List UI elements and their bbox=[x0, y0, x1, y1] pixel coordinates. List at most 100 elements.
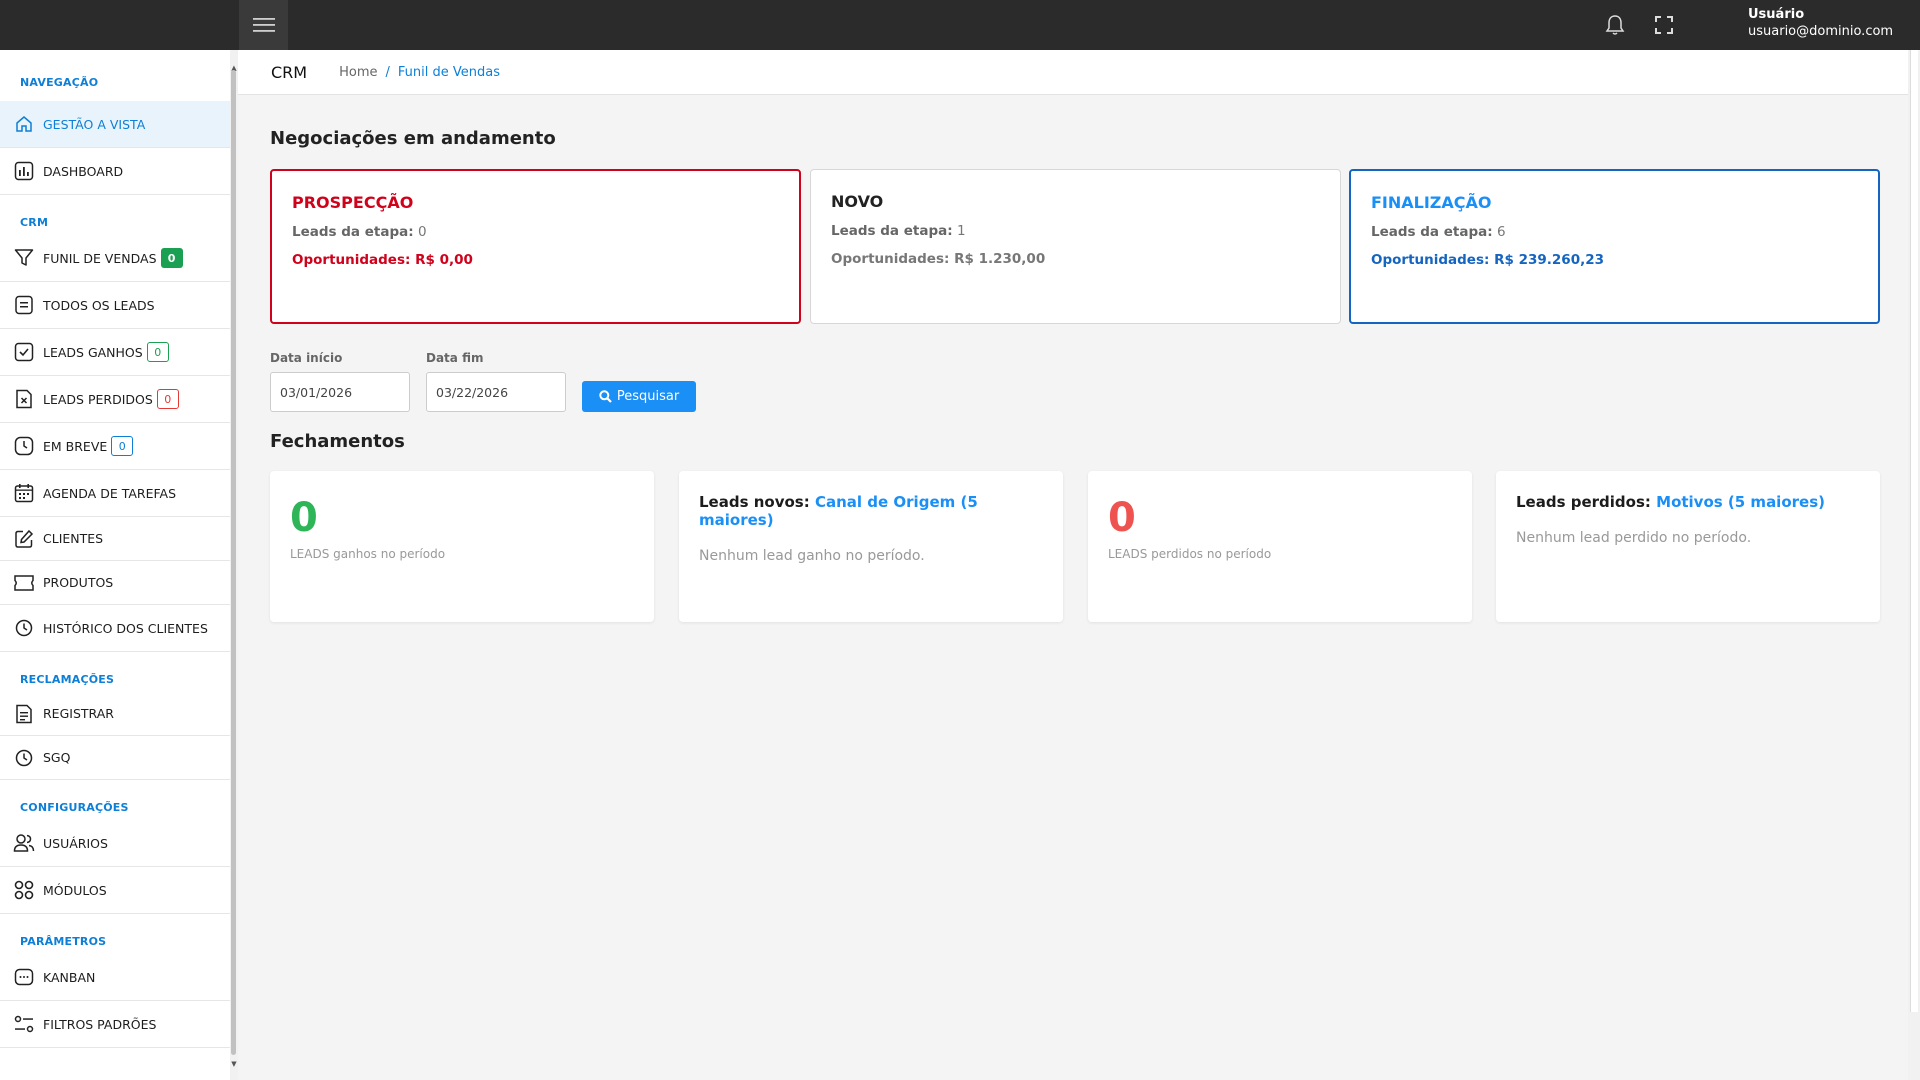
sidebar-item-label: MÓDULOS bbox=[43, 882, 107, 898]
funil-count-badge: 0 bbox=[160, 248, 183, 268]
file-x-icon bbox=[13, 388, 35, 410]
chart-icon bbox=[13, 160, 35, 182]
closings-title: Fechamentos bbox=[270, 431, 405, 452]
sidebar-item-funil[interactable]: FUNIL DE VENDAS 0 bbox=[0, 235, 230, 282]
sidebar-section-reclamacoes: RECLAMAÇÕES bbox=[20, 672, 115, 686]
stage-opp-value: R$ 0,00 bbox=[415, 252, 473, 268]
sidebar-section-configuracoes: CONFIGURAÇÕES bbox=[20, 800, 129, 814]
stage-card-novo[interactable]: NOVO Leads da etapa: 1 Oportunidades: R$… bbox=[810, 169, 1341, 324]
stage-name: NOVO bbox=[831, 192, 884, 211]
sidebar-item-kanban[interactable]: KANBAN bbox=[0, 954, 230, 1001]
breadcrumb: Home / Funil de Vendas bbox=[339, 65, 500, 80]
funnel-icon bbox=[13, 247, 35, 269]
sidebar-item-label: SGQ bbox=[43, 750, 71, 765]
start-date-input[interactable] bbox=[270, 372, 410, 412]
home-icon bbox=[13, 113, 35, 135]
user-menu[interactable]: Usuário usuario@dominio.com bbox=[1748, 6, 1893, 40]
sidebar-item-label: REGISTRAR bbox=[43, 706, 114, 721]
lost-reasons-highlight: Motivos (5 maiores) bbox=[1656, 493, 1825, 511]
stage-leads-label: Leads da etapa: bbox=[1371, 224, 1493, 240]
stage-leads: Leads da etapa: 0 bbox=[292, 224, 779, 240]
lost-count: 0 bbox=[1108, 495, 1136, 541]
sidebar-section-navegacao: NAVEGAÇÃO bbox=[20, 76, 99, 89]
new-leads-title: Leads novos: Canal de Origem (5 maiores) bbox=[699, 493, 1043, 529]
sidebar-item-registrar[interactable]: REGISTRAR bbox=[0, 692, 230, 736]
stage-leads-value: 6 bbox=[1496, 224, 1506, 240]
end-date-label: Data fim bbox=[426, 351, 484, 365]
users-icon bbox=[13, 832, 35, 854]
sidebar-item-label: KANBAN bbox=[43, 969, 96, 985]
stage-leads-value: 0 bbox=[417, 224, 427, 240]
user-name: Usuário bbox=[1748, 7, 1805, 22]
sidebar-item-produtos[interactable]: PRODUTOS bbox=[0, 561, 230, 605]
page-header: CRM Home / Funil de Vendas bbox=[238, 50, 1908, 95]
sidebar-item-leads-ganhos[interactable]: LEADS GANHOS 0 bbox=[0, 329, 230, 376]
stage-card-prospeccao[interactable]: PROSPECÇÃO Leads da etapa: 0 Oportunidad… bbox=[270, 169, 801, 324]
fullscreen-icon bbox=[1655, 16, 1673, 34]
main-scrollbar[interactable] bbox=[1908, 50, 1920, 1080]
breadcrumb-home[interactable]: Home bbox=[339, 65, 377, 80]
lost-leads-card: 0 LEADS perdidos no período bbox=[1088, 471, 1472, 622]
won-caption: LEADS ganhos no período bbox=[290, 547, 446, 561]
stage-opportunities: Oportunidades: R$ 0,00 bbox=[292, 252, 779, 268]
stage-opp-label: Oportunidades: bbox=[292, 252, 411, 268]
sidebar-scrollbar[interactable]: ▲ ▼ bbox=[230, 50, 238, 1080]
sidebar-item-modulos[interactable]: MÓDULOS bbox=[0, 867, 230, 914]
stage-leads-value: 1 bbox=[956, 223, 966, 239]
end-date-input[interactable] bbox=[426, 372, 566, 412]
negotiations-title: Negociações em andamento bbox=[270, 128, 556, 149]
ticket-icon bbox=[13, 572, 35, 594]
menu-icon bbox=[252, 18, 275, 32]
sidebar-item-em-breve[interactable]: EM BREVE 0 bbox=[0, 423, 230, 470]
modules-icon bbox=[13, 879, 35, 901]
sidebar-item-label: FILTROS PADRÕES bbox=[43, 1016, 157, 1032]
history-icon bbox=[13, 617, 35, 639]
sidebar-item-label: TODOS OS LEADS bbox=[43, 297, 155, 313]
top-bar: Usuário usuario@dominio.com bbox=[0, 0, 1920, 50]
notifications-button[interactable] bbox=[1602, 12, 1628, 38]
sidebar-item-leads-perdidos[interactable]: LEADS PERDIDOS 0 bbox=[0, 376, 230, 423]
sidebar-item-usuarios[interactable]: USUÁRIOS bbox=[0, 820, 230, 867]
leads-perdidos-count-badge: 0 bbox=[156, 389, 179, 409]
user-email: usuario@dominio.com bbox=[1748, 24, 1894, 39]
clock-icon bbox=[13, 435, 35, 457]
sidebar-item-label: FUNIL DE VENDAS bbox=[43, 250, 157, 266]
stage-opp-value: R$ 1.230,00 bbox=[954, 251, 1046, 267]
menu-toggle-button[interactable] bbox=[239, 0, 288, 50]
fullscreen-button[interactable] bbox=[1651, 12, 1677, 38]
stage-opportunities: Oportunidades: R$ 1.230,00 bbox=[831, 251, 1320, 267]
stage-leads: Leads da etapa: 1 bbox=[831, 223, 1320, 239]
sidebar-item-clientes[interactable]: CLIENTES bbox=[0, 517, 230, 561]
lost-reasons-empty: Nenhum lead perdido no período. bbox=[1516, 530, 1752, 546]
sidebar-item-agenda[interactable]: AGENDA DE TAREFAS bbox=[0, 470, 230, 517]
page-title: CRM bbox=[271, 62, 308, 82]
won-leads-card: 0 LEADS ganhos no período bbox=[270, 471, 654, 622]
stage-leads-label: Leads da etapa: bbox=[831, 223, 953, 239]
sidebar: NAVEGAÇÃO GESTÃO A VISTA DASHBOARD CRM F… bbox=[0, 50, 230, 1080]
scroll-down-icon[interactable]: ▼ bbox=[230, 1060, 238, 1068]
search-button-label: Pesquisar bbox=[616, 389, 680, 404]
stage-card-finalizacao[interactable]: FINALIZAÇÃO Leads da etapa: 6 Oportunida… bbox=[1349, 169, 1880, 324]
sidebar-item-label: CLIENTES bbox=[43, 531, 104, 546]
sidebar-item-label: DASHBOARD bbox=[43, 163, 124, 179]
lost-caption: LEADS perdidos no período bbox=[1108, 547, 1272, 561]
sidebar-item-label: HISTÓRICO DOS CLIENTES bbox=[43, 620, 208, 636]
sidebar-item-dashboard[interactable]: DASHBOARD bbox=[0, 148, 230, 195]
sidebar-item-filtros[interactable]: FILTROS PADRÕES bbox=[0, 1001, 230, 1048]
new-leads-empty: Nenhum lead ganho no período. bbox=[699, 548, 925, 564]
breadcrumb-current: Funil de Vendas bbox=[397, 64, 500, 80]
sidebar-section-parametros: PARÂMETROS bbox=[20, 934, 107, 948]
search-icon bbox=[599, 390, 612, 403]
sidebar-item-sgq[interactable]: SGQ bbox=[0, 736, 230, 780]
em-breve-count-badge: 0 bbox=[111, 436, 134, 456]
stage-name: PROSPECÇÃO bbox=[292, 193, 414, 212]
sidebar-item-label: AGENDA DE TAREFAS bbox=[43, 485, 177, 501]
search-button[interactable]: Pesquisar bbox=[582, 381, 696, 412]
sidebar-item-historico[interactable]: HISTÓRICO DOS CLIENTES bbox=[0, 605, 230, 652]
sidebar-item-label: LEADS PERDIDOS bbox=[43, 391, 153, 407]
main-scroll-thumb[interactable] bbox=[1910, 50, 1918, 1012]
sidebar-item-todos-leads[interactable]: TODOS OS LEADS bbox=[0, 282, 230, 329]
sidebar-scroll-thumb[interactable] bbox=[231, 70, 236, 1055]
edit-icon bbox=[13, 528, 35, 550]
sidebar-item-gestao[interactable]: GESTÃO A VISTA bbox=[0, 101, 230, 148]
